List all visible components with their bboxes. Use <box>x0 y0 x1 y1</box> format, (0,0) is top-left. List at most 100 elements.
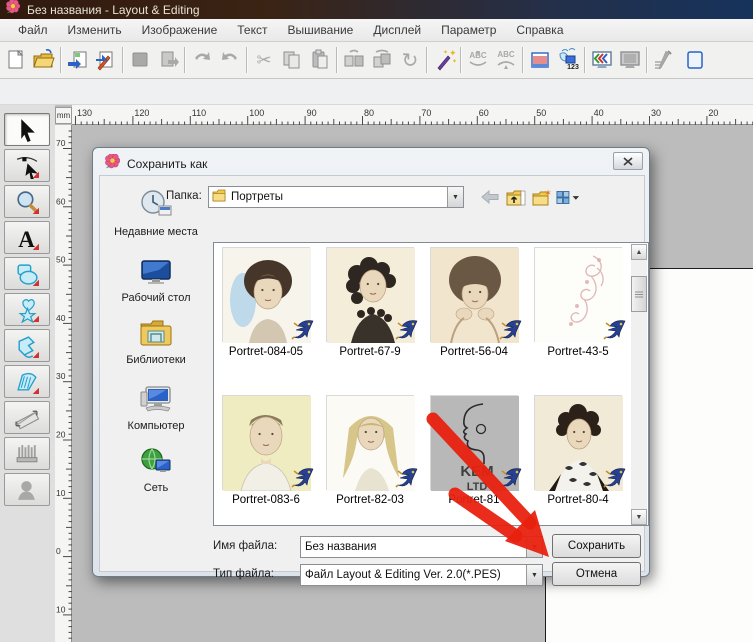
sewing-order-button[interactable]: 123 <box>554 45 582 75</box>
place-recent-places[interactable]: Недавние места <box>110 188 202 239</box>
stitch-simulator-button[interactable] <box>650 45 678 75</box>
svg-text:20: 20 <box>56 430 66 440</box>
filename-label: Имя файла: <box>213 540 277 552</box>
text-arc-down-button[interactable]: ABC <box>464 45 492 75</box>
place-desktop[interactable]: Рабочий стол <box>110 258 202 305</box>
scrollbar[interactable]: ▲ ▼ <box>631 244 647 525</box>
filename-combo[interactable]: Без названия ▼ <box>300 536 543 558</box>
menu-item-6[interactable]: Параметр <box>431 20 506 40</box>
view-menu-icon[interactable] <box>556 187 580 207</box>
basic-shapes-tool[interactable] <box>4 257 50 290</box>
new-folder-icon[interactable]: ✶ <box>530 187 554 207</box>
fancy-shapes-tool-icon <box>14 297 40 323</box>
folder-combo[interactable]: Портреты ▼ <box>208 186 464 208</box>
svg-text:110: 110 <box>192 108 206 118</box>
menu-item-2[interactable]: Изображение <box>132 20 228 40</box>
fan-shape-tool-icon <box>14 369 40 395</box>
file-item[interactable]: Portret-084-05 <box>216 247 316 358</box>
svg-text:LTD: LTD <box>467 481 488 491</box>
filetype-combo[interactable]: Файл Layout & Editing Ver. 2.0(*.PES) ▼ <box>300 564 543 586</box>
file-item[interactable]: KEMLTDPortret-81 <box>424 395 524 506</box>
scroll-down-icon[interactable]: ▼ <box>631 509 647 525</box>
cancel-button[interactable]: Отмена <box>552 562 641 586</box>
dialog-title-bar[interactable]: Сохранить как <box>105 154 207 174</box>
scroll-up-icon[interactable]: ▲ <box>631 244 647 260</box>
menu-item-4[interactable]: Вышивание <box>277 20 363 40</box>
file-thumbnail-floral-ornament <box>534 247 622 342</box>
file-item[interactable]: Portret-67-9 <box>320 247 420 358</box>
file-thumbnail-profile-kem: KEMLTD <box>430 395 518 490</box>
toolbar-separator <box>184 47 186 73</box>
file-item[interactable]: Portret-82-03 <box>320 395 420 506</box>
export-button[interactable] <box>154 45 182 75</box>
magic-wand-button[interactable]: ✦✦✦ <box>430 45 458 75</box>
outline-tool[interactable] <box>4 329 50 362</box>
realistic-preview-button[interactable] <box>588 45 616 75</box>
menu-item-7[interactable]: Справка <box>506 20 573 40</box>
place-libraries[interactable]: Библиотеки <box>110 318 202 367</box>
chevron-down-icon[interactable]: ▼ <box>526 565 542 585</box>
menu-item-3[interactable]: Текст <box>227 20 277 40</box>
zoom-tool[interactable] <box>4 185 50 218</box>
point-edit-tool[interactable] <box>4 149 50 182</box>
embroidery-bird-icon <box>395 318 419 345</box>
open-file-button[interactable] <box>30 45 58 75</box>
file-item[interactable]: Portret-80-4 <box>528 395 628 506</box>
svg-text:✦: ✦ <box>452 58 456 65</box>
import-image-button[interactable] <box>64 45 92 75</box>
fancy-shapes-tool[interactable] <box>4 293 50 326</box>
file-item[interactable]: Portret-56-04 <box>424 247 524 358</box>
title-bar[interactable]: Без названия - Layout & Editing <box>0 0 753 19</box>
fan-shape-tool[interactable] <box>4 365 50 398</box>
rotate-icon: ↻ <box>398 48 422 72</box>
file-item[interactable]: Portret-083-6 <box>216 395 316 506</box>
embroidery-bird-icon <box>291 318 315 345</box>
menu-item-0[interactable]: Файл <box>8 20 58 40</box>
text-arc-up-button[interactable]: ABC <box>492 45 520 75</box>
flip-vertical-button[interactable] <box>368 45 396 75</box>
image-to-stitch-button[interactable] <box>92 45 120 75</box>
portrait-tool[interactable] <box>4 473 50 506</box>
file-item[interactable]: Portret-43-5 <box>528 247 628 358</box>
manual-punch-tool[interactable] <box>4 437 50 470</box>
app-window: Без названия - Layout & Editing ФайлИзме… <box>0 0 753 642</box>
toolbar-separator <box>460 47 462 73</box>
text-tool[interactable]: A <box>4 221 50 254</box>
flip-horizontal-button[interactable] <box>340 45 368 75</box>
solid-view-button[interactable] <box>616 45 644 75</box>
file-list[interactable]: Portret-084-05Portret-67-9Portret-56-04P… <box>213 242 649 526</box>
copy-button[interactable] <box>278 45 306 75</box>
paste-button[interactable] <box>306 45 334 75</box>
save-button[interactable] <box>126 45 154 75</box>
toolbar: ✂ ↻ ✦✦✦ ABCABC 123 <box>0 42 753 79</box>
save-button[interactable]: Сохранить <box>552 534 641 558</box>
place-network[interactable]: Сеть <box>110 446 202 495</box>
chevron-down-icon[interactable]: ▼ <box>447 187 463 207</box>
new-design-icon <box>4 48 28 72</box>
design-property-button[interactable] <box>678 45 706 75</box>
desktop-icon <box>110 258 202 290</box>
sewing-attributes-button[interactable] <box>526 45 554 75</box>
rotate-button[interactable]: ↻ <box>396 45 424 75</box>
place-computer[interactable]: Компьютер <box>110 384 202 433</box>
undo-button[interactable] <box>188 45 216 75</box>
redo-button[interactable] <box>216 45 244 75</box>
close-icon[interactable] <box>613 152 643 170</box>
svg-text:30: 30 <box>651 108 661 118</box>
menu-bar: ФайлИзменитьИзображениеТекстВышиваниеДис… <box>0 19 753 42</box>
menu-item-5[interactable]: Дисплей <box>363 20 431 40</box>
menu-item-1[interactable]: Изменить <box>58 20 132 40</box>
up-one-level-icon[interactable] <box>504 187 528 207</box>
flip-vertical-icon <box>370 48 394 72</box>
select-tool[interactable] <box>4 113 50 146</box>
svg-text:10: 10 <box>56 604 66 614</box>
text-arc-down-icon: ABC <box>466 48 490 72</box>
file-name: Portret-083-6 <box>216 494 316 506</box>
cut-button[interactable]: ✂ <box>250 45 278 75</box>
solid-view-icon <box>618 48 642 72</box>
new-design-button[interactable] <box>2 45 30 75</box>
scrollbar-thumb[interactable] <box>631 276 647 312</box>
portrait-tool-icon <box>14 477 40 503</box>
measure-tool[interactable] <box>4 401 50 434</box>
chevron-down-icon[interactable]: ▼ <box>526 537 542 557</box>
